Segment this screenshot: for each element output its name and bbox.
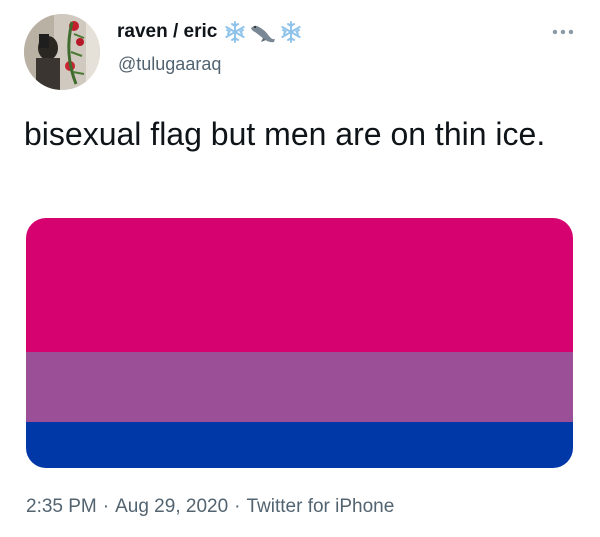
- tweet-time[interactable]: 2:35 PM: [26, 496, 97, 517]
- flag-stripe-blue: [26, 422, 573, 468]
- tweet-text: bisexual flag but men are on thin ice.: [24, 116, 546, 152]
- more-dots-icon: [552, 29, 574, 35]
- tweet-media-image[interactable]: [26, 218, 573, 468]
- avatar-photo: [24, 14, 100, 90]
- tweet-source-link[interactable]: Twitter for iPhone: [246, 496, 394, 517]
- author-handle[interactable]: @tulugaaraq: [118, 52, 221, 76]
- flag-stripe-purple: [26, 352, 573, 422]
- seal-icon: [251, 25, 276, 43]
- tweet-date[interactable]: Aug 29, 2020: [115, 496, 228, 517]
- more-options-button[interactable]: [548, 22, 578, 42]
- tweet-card: raven / eric @tulugaaraq bisexual flag b…: [0, 0, 600, 537]
- name-emoji-group: [223, 20, 303, 44]
- meta-separator: ·: [102, 496, 110, 517]
- author-display-name: raven / eric: [117, 21, 218, 42]
- author-name-row[interactable]: raven / eric: [117, 20, 303, 44]
- snowflake-icon: [225, 21, 246, 43]
- meta-separator: ·: [234, 496, 241, 517]
- snowflake-icon: [281, 21, 302, 43]
- flag-stripe-pink: [26, 218, 573, 352]
- avatar[interactable]: [24, 14, 100, 90]
- tweet-meta: 2:35 PM · Aug 29, 2020 · Twitter for iPhone: [26, 494, 394, 520]
